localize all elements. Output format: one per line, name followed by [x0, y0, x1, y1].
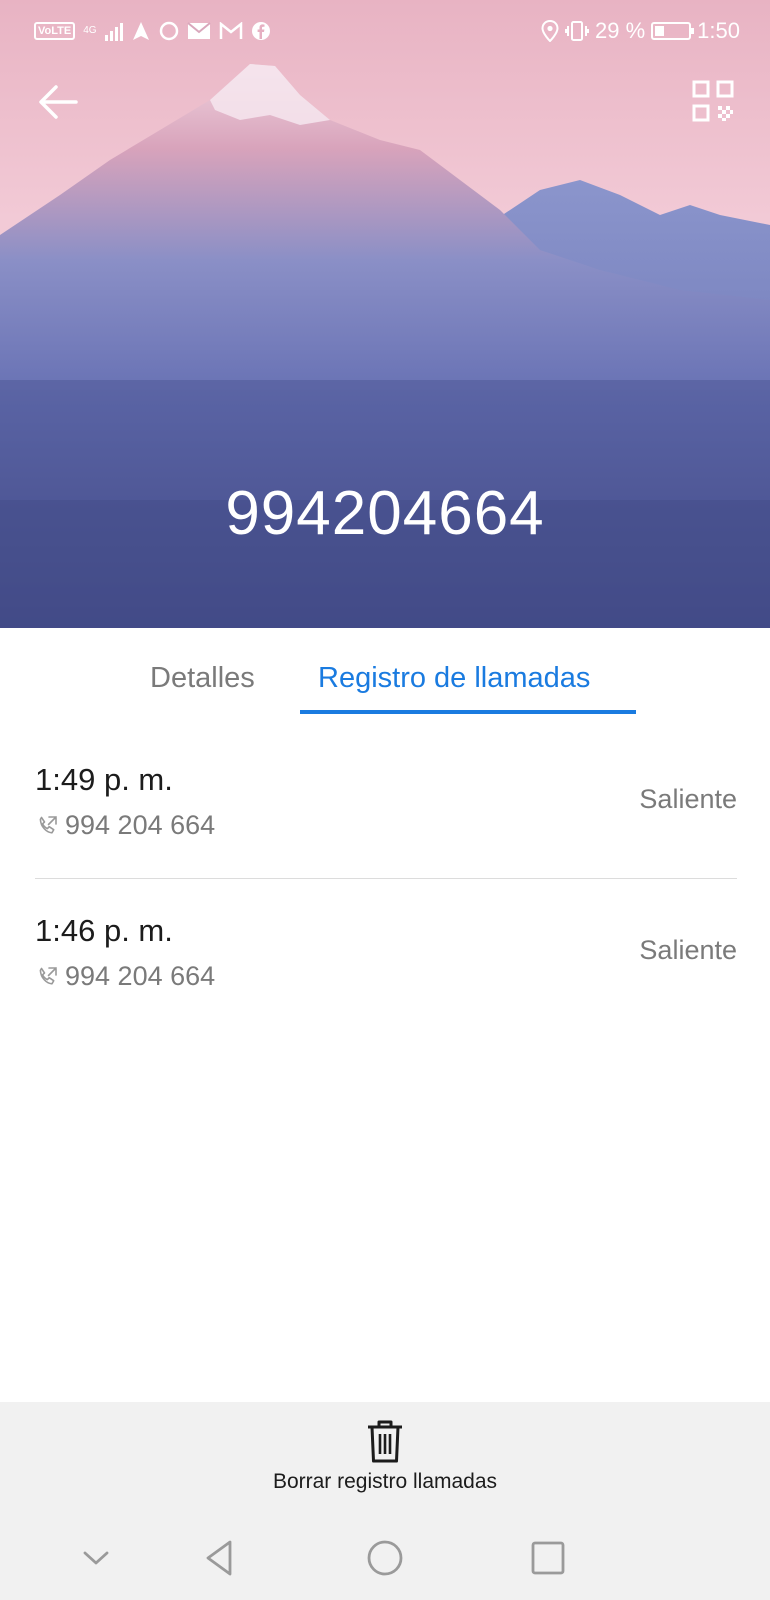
call-log-list: 1:49 p. m. 994 204 664 Saliente 1:46 p. …	[35, 740, 737, 1016]
qr-code-icon[interactable]	[692, 80, 734, 122]
back-icon[interactable]	[196, 1534, 244, 1582]
tab-selected-indicator	[300, 710, 636, 714]
call-log-item[interactable]: 1:49 p. m. 994 204 664 Saliente	[35, 740, 737, 878]
sync-icon	[159, 21, 178, 41]
status-left-icons: VoLTE 4G	[34, 18, 271, 44]
network-type: 4G	[83, 25, 97, 36]
outgoing-call-icon	[39, 815, 57, 834]
tab-details[interactable]: Detalles	[150, 662, 255, 695]
clock: 1:50	[697, 18, 740, 43]
call-time: 1:46 p. m.	[35, 913, 173, 948]
outgoing-call-icon	[39, 966, 57, 985]
call-number: 994 204 664	[65, 961, 216, 991]
call-log-item[interactable]: 1:46 p. m. 994 204 664 Saliente	[35, 878, 737, 1016]
mail-icon	[186, 22, 211, 39]
trash-icon	[368, 1420, 402, 1463]
facebook-icon	[251, 22, 270, 40]
contact-header: VoLTE 4G 29 % 1:50 994204664	[0, 0, 770, 628]
battery-icon	[651, 22, 695, 40]
system-navigation-bar	[0, 1520, 770, 1600]
signal-icon	[104, 21, 123, 41]
location-icon	[541, 20, 559, 42]
call-time: 1:49 p. m.	[35, 762, 173, 797]
volte-badge: VoLTE	[34, 22, 76, 40]
contact-phone-number: 994204664	[225, 479, 545, 548]
hide-keyboard-icon[interactable]	[72, 1534, 120, 1582]
delete-call-log-label: Borrar registro llamadas	[272, 1470, 498, 1493]
call-type: Saliente	[639, 935, 737, 965]
tab-call-log[interactable]: Registro de llamadas	[318, 662, 590, 695]
status-bar: VoLTE 4G 29 % 1:50	[0, 0, 770, 62]
back-arrow-icon[interactable]	[34, 78, 82, 126]
call-number-row: 994 204 664	[35, 810, 215, 841]
call-number-row: 994 204 664	[35, 961, 215, 992]
recents-icon[interactable]	[524, 1534, 572, 1582]
tab-bar: Detalles Registro de llamadas	[0, 628, 770, 718]
bottom-bar: Borrar registro llamadas	[0, 1402, 770, 1600]
status-right-icons: 29 % 1:50	[541, 16, 740, 46]
call-type: Saliente	[639, 784, 737, 814]
vibrate-icon	[565, 21, 590, 41]
gmail-icon	[219, 22, 242, 39]
call-number: 994 204 664	[65, 810, 216, 840]
navigation-icon	[132, 22, 149, 40]
delete-call-log-button[interactable]: Borrar registro llamadas	[235, 1418, 535, 1508]
battery-percent: 29 %	[595, 18, 646, 43]
home-icon[interactable]	[361, 1534, 409, 1582]
